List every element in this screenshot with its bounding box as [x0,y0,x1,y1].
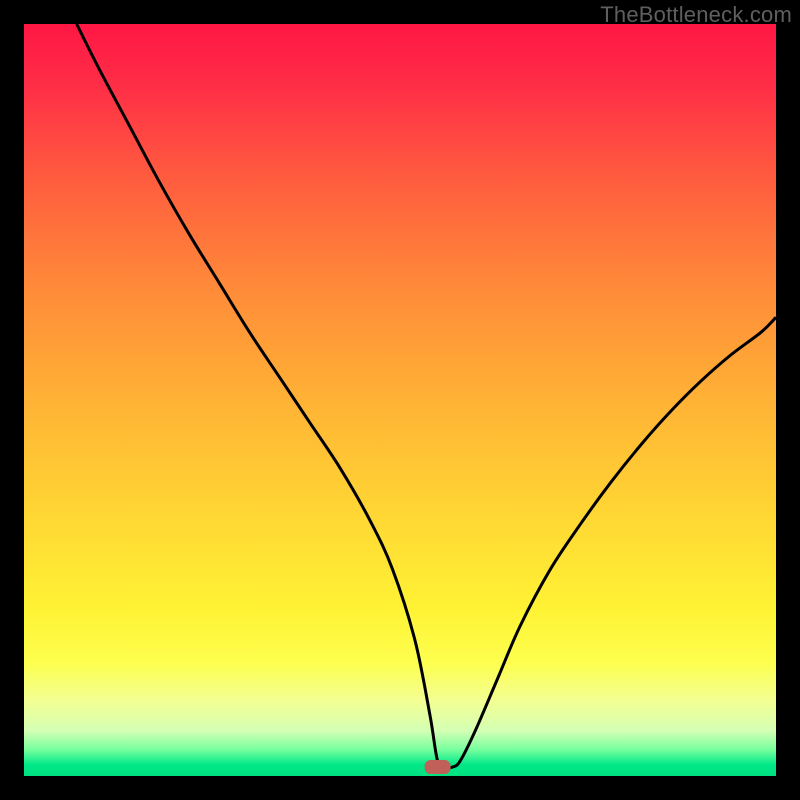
chart-frame: TheBottleneck.com [0,0,800,800]
plot-area [24,24,776,776]
chart-svg [24,24,776,776]
watermark-label: TheBottleneck.com [600,2,792,28]
curve-marker [425,760,451,774]
